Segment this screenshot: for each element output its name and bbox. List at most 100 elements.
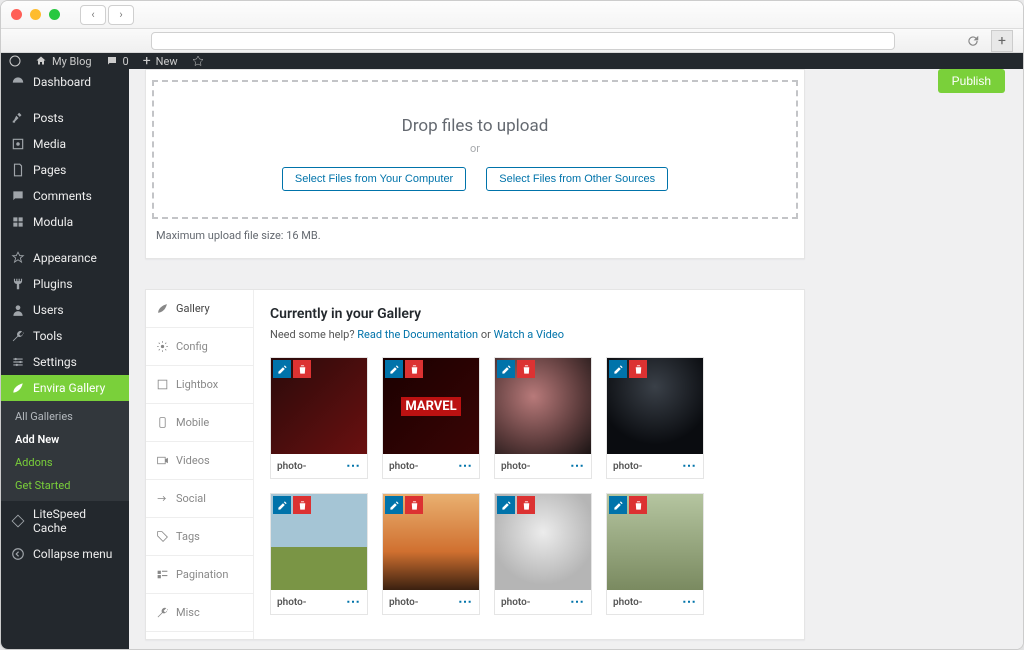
edit-icon[interactable]: [273, 360, 291, 378]
sidebar-item-settings[interactable]: Settings: [1, 349, 129, 375]
thumb[interactable]: photo- ⋯: [270, 493, 368, 615]
thumb-image[interactable]: [271, 494, 367, 590]
thumb[interactable]: photo- ⋯: [606, 493, 704, 615]
tab-videos[interactable]: Videos: [146, 442, 253, 480]
url-bar[interactable]: [151, 32, 895, 50]
site-link[interactable]: My Blog: [35, 55, 92, 68]
thumb-more-icon[interactable]: ⋯: [346, 458, 361, 474]
wp-sidebar: Dashboard Posts Media Pages Comments Mod…: [1, 69, 129, 649]
thumb-more-icon[interactable]: ⋯: [682, 594, 697, 610]
tab-tags[interactable]: Tags: [146, 518, 253, 556]
thumb-image[interactable]: [383, 494, 479, 590]
thumb-image[interactable]: [383, 358, 479, 454]
thumb-name: photo-: [277, 597, 306, 608]
sidebar-item-dashboard[interactable]: Dashboard: [1, 69, 129, 95]
new-link[interactable]: +New: [143, 53, 178, 69]
thumb-image[interactable]: [495, 494, 591, 590]
drop-area[interactable]: Drop files to upload or Select Files fro…: [152, 80, 798, 219]
sidebar-item-plugins[interactable]: Plugins: [1, 271, 129, 297]
gallery-panel: Gallery Config Lightbox Mobile Videos So…: [145, 289, 805, 640]
delete-icon[interactable]: [405, 360, 423, 378]
publish-button[interactable]: Publish: [938, 69, 1005, 93]
delete-icon[interactable]: [293, 496, 311, 514]
edit-icon[interactable]: [497, 360, 515, 378]
tab-gallery[interactable]: Gallery: [146, 290, 253, 328]
video-link[interactable]: Watch a Video: [494, 328, 564, 341]
thumb[interactable]: photo- ⋯: [382, 357, 480, 479]
sidebar-item-media[interactable]: Media: [1, 131, 129, 157]
sidebar-item-envira[interactable]: Envira Gallery: [1, 375, 129, 401]
max-dot[interactable]: [49, 9, 60, 20]
tab-lightbox[interactable]: Lightbox: [146, 366, 253, 404]
edit-icon[interactable]: [273, 496, 291, 514]
submenu-all[interactable]: All Galleries: [1, 405, 129, 428]
new-tab-button[interactable]: +: [991, 30, 1013, 52]
comments-count[interactable]: 0: [106, 55, 129, 68]
publish-box: Publish: [827, 69, 1005, 93]
edit-icon[interactable]: [609, 496, 627, 514]
delete-icon[interactable]: [293, 360, 311, 378]
tab-mobile[interactable]: Mobile: [146, 404, 253, 442]
sidebar-item-modula[interactable]: Modula: [1, 209, 129, 235]
delete-icon[interactable]: [629, 360, 647, 378]
sidebar-item-comments[interactable]: Comments: [1, 183, 129, 209]
upload-panel: Drop files to upload or Select Files fro…: [145, 69, 805, 259]
thumb-image[interactable]: [495, 358, 591, 454]
tab-misc[interactable]: Misc: [146, 594, 253, 632]
wp-logo-icon[interactable]: [9, 55, 21, 67]
thumb-name: photo-: [389, 461, 418, 472]
envira-submenu: All Galleries Add New Addons Get Started: [1, 401, 129, 501]
thumb-name: photo-: [389, 597, 418, 608]
thumb-more-icon[interactable]: ⋯: [458, 594, 473, 610]
sidebar-item-users[interactable]: Users: [1, 297, 129, 323]
sidebar-item-tools[interactable]: Tools: [1, 323, 129, 349]
thumb-image[interactable]: [607, 358, 703, 454]
delete-icon[interactable]: [517, 496, 535, 514]
thumb-image[interactable]: [271, 358, 367, 454]
sidebar-item-appearance[interactable]: Appearance: [1, 245, 129, 271]
browser-toolbar: +: [1, 29, 1023, 53]
thumb-more-icon[interactable]: ⋯: [458, 458, 473, 474]
delete-icon[interactable]: [629, 496, 647, 514]
gallery-title: Currently in your Gallery: [270, 306, 788, 322]
max-upload-text: Maximum upload file size: 16 MB.: [152, 219, 798, 248]
thumb-image[interactable]: [607, 494, 703, 590]
tab-pagination[interactable]: Pagination: [146, 556, 253, 594]
edit-icon[interactable]: [385, 496, 403, 514]
close-dot[interactable]: [11, 9, 22, 20]
edit-icon[interactable]: [497, 496, 515, 514]
delete-icon[interactable]: [517, 360, 535, 378]
tab-social[interactable]: Social: [146, 480, 253, 518]
sidebar-collapse[interactable]: Collapse menu: [1, 541, 129, 567]
thumb-more-icon[interactable]: ⋯: [682, 458, 697, 474]
thumb[interactable]: photo- ⋯: [494, 493, 592, 615]
doc-link[interactable]: Read the Documentation: [357, 328, 478, 341]
submenu-addons[interactable]: Addons: [1, 451, 129, 474]
sidebar-item-posts[interactable]: Posts: [1, 105, 129, 131]
thumb[interactable]: photo- ⋯: [606, 357, 704, 479]
reload-icon[interactable]: [963, 32, 983, 50]
back-button[interactable]: ‹: [80, 5, 106, 25]
delete-icon[interactable]: [405, 496, 423, 514]
drop-title: Drop files to upload: [154, 116, 796, 136]
thumb[interactable]: photo- ⋯: [494, 357, 592, 479]
thumb[interactable]: photo- ⋯: [382, 493, 480, 615]
select-other-button[interactable]: Select Files from Other Sources: [486, 167, 668, 191]
admin-extra-icon[interactable]: [192, 55, 204, 67]
thumb-more-icon[interactable]: ⋯: [346, 594, 361, 610]
tab-config[interactable]: Config: [146, 328, 253, 366]
min-dot[interactable]: [30, 9, 41, 20]
thumb-more-icon[interactable]: ⋯: [570, 594, 585, 610]
mac-titlebar: ‹ ›: [1, 1, 1023, 29]
sidebar-item-pages[interactable]: Pages: [1, 157, 129, 183]
edit-icon[interactable]: [609, 360, 627, 378]
thumb-name: photo-: [501, 597, 530, 608]
sidebar-item-litespeed[interactable]: LiteSpeed Cache: [1, 501, 129, 541]
submenu-get-started[interactable]: Get Started: [1, 474, 129, 497]
submenu-add-new[interactable]: Add New: [1, 428, 129, 451]
thumb-more-icon[interactable]: ⋯: [570, 458, 585, 474]
select-computer-button[interactable]: Select Files from Your Computer: [282, 167, 466, 191]
forward-button[interactable]: ›: [108, 5, 134, 25]
thumb[interactable]: photo- ⋯: [270, 357, 368, 479]
edit-icon[interactable]: [385, 360, 403, 378]
